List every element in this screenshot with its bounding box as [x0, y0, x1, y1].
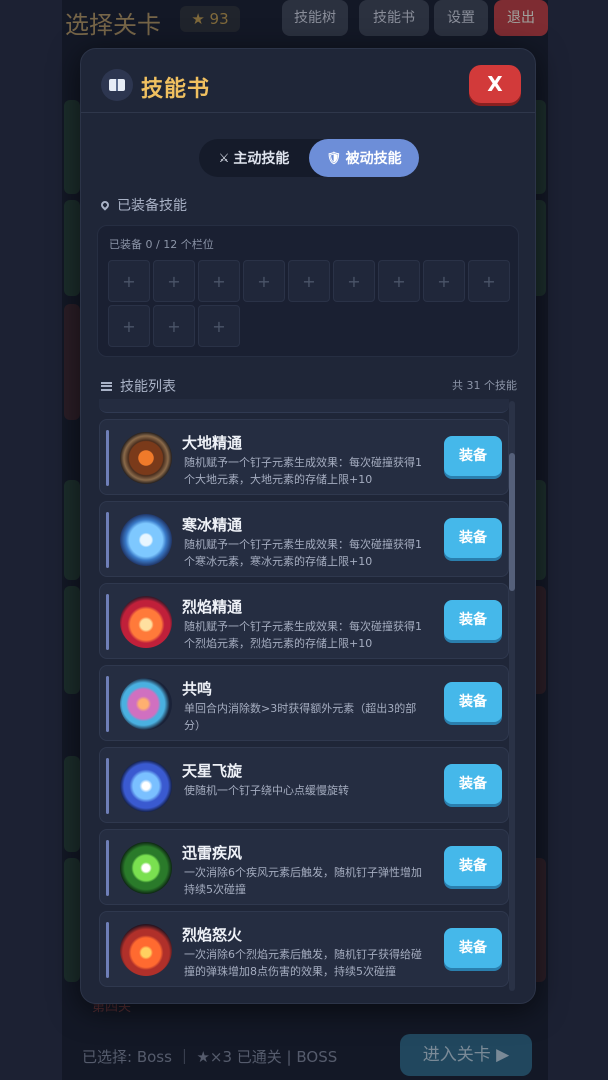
skill-card: 大地精通 随机赋予一个钉子元素生成效果：每次碰撞获得1个大地元素，大地元素的存储… [99, 419, 509, 495]
skill-tree-button[interactable]: 技能树 [282, 0, 348, 36]
level-card-edge [64, 480, 80, 580]
enter-level-button[interactable]: 进入关卡 ▶ [400, 1034, 532, 1076]
equipped-section-label: 已装备技能 [117, 198, 187, 214]
close-button[interactable]: X [469, 65, 521, 103]
skill-card: 烈焰怒火 一次消除6个烈焰元素后触发，随机钉子获得给碰撞的弹珠增加8点伤害的效果… [99, 911, 509, 987]
skill-name: 烈焰怒火 [182, 926, 243, 944]
skill-description: 一次消除6个烈焰元素后触发，随机钉子获得给碰撞的弹珠增加8点伤害的效果，持续5次… [184, 948, 422, 978]
skill-description: 单回合内消除数>3时获得额外元素（超出3的部分） [184, 702, 417, 732]
empty-slot[interactable]: + [108, 260, 150, 302]
skill-name: 共鸣 [182, 680, 213, 698]
shield-icon: 🛡 [326, 151, 342, 165]
exit-button[interactable]: 退出 [494, 0, 548, 36]
equip-button[interactable]: 装备 [444, 518, 502, 558]
resonance-icon [120, 678, 172, 730]
level-card-edge [64, 304, 80, 420]
empty-slot[interactable]: + [423, 260, 465, 302]
skill-name: 寒冰精通 [182, 516, 243, 534]
book-icon [101, 69, 133, 101]
empty-slot[interactable]: + [153, 305, 195, 347]
skill-name: 大地精通 [182, 434, 243, 452]
scroll-thumb[interactable] [509, 453, 515, 591]
skill-description: 随机赋予一个钉子元素生成效果：每次碰撞获得1个大地元素，大地元素的存储上限+10 [184, 456, 422, 486]
empty-slot[interactable]: + [153, 260, 195, 302]
skill-card: 烈焰精通 随机赋予一个钉子元素生成效果：每次碰撞获得1个烈焰元素，烈焰元素的存储… [99, 583, 509, 659]
swords-icon: ⚔ [218, 151, 230, 165]
empty-slot[interactable]: + [108, 305, 150, 347]
skill-name: 烈焰精通 [182, 598, 243, 616]
fury-icon [120, 924, 172, 976]
empty-slot[interactable]: + [198, 305, 240, 347]
dialog-title: 技能书 [141, 77, 211, 102]
tab-active-skills[interactable]: ⚔ 主动技能 [199, 139, 309, 177]
skill-list[interactable]: 大地精通 随机赋予一个钉子元素生成效果：每次碰撞获得1个大地元素，大地元素的存储… [99, 399, 509, 991]
skill-list-label: 技能列表 [120, 379, 176, 395]
skill-description: 随机赋予一个钉子元素生成效果：每次碰撞获得1个烈焰元素，烈焰元素的存储上限+10 [184, 620, 422, 650]
tab-passive-skills[interactable]: 🛡 被动技能 [309, 139, 419, 177]
level-card-edge [64, 200, 80, 296]
level-card-edge [64, 586, 80, 694]
list-item [99, 399, 509, 413]
slot-grid: + + + + + + + + + + + + [108, 260, 512, 347]
star-icon [120, 760, 172, 812]
skill-list-header: 技能列表 [101, 376, 176, 396]
empty-slot[interactable]: + [468, 260, 510, 302]
earth-icon [120, 432, 172, 484]
settings-button[interactable]: 设置 [434, 0, 488, 36]
equipped-count-caption: 已装备 0 / 12 个栏位 [109, 238, 214, 251]
tab-label: 被动技能 [345, 151, 402, 167]
page-title: 选择关卡 [65, 11, 161, 39]
skill-description: 一次消除6个疾风元素后触发，随机钉子弹性增加持续5次碰撞 [184, 866, 422, 896]
skill-card: 迅雷疾风 一次消除6个疾风元素后触发，随机钉子弹性增加持续5次碰撞 装备 [99, 829, 509, 905]
equip-button[interactable]: 装备 [444, 928, 502, 968]
star-count-badge: ★ 93 [180, 6, 240, 32]
skill-book-button[interactable]: 技能书 [359, 0, 429, 36]
list-icon [101, 381, 112, 391]
skill-book-dialog: 技能书 X ⚔ 主动技能 🛡 被动技能 已装备技能 已装备 0 / 12 个栏位… [80, 48, 536, 1004]
equip-button[interactable]: 装备 [444, 682, 502, 722]
skill-card: 天星飞旋 使随机一个钉子绕中心点缓慢旋转 装备 [99, 747, 509, 823]
list-scrollbar[interactable] [509, 401, 515, 991]
skill-type-tabs: ⚔ 主动技能 🛡 被动技能 [199, 139, 419, 177]
equip-button[interactable]: 装备 [444, 764, 502, 804]
level-card-edge [64, 858, 80, 982]
empty-slot[interactable]: + [243, 260, 285, 302]
equip-button[interactable]: 装备 [444, 600, 502, 640]
skill-description: 使随机一个钉子绕中心点缓慢旋转 [184, 784, 349, 797]
thunder-icon [120, 842, 172, 894]
tab-label: 主动技能 [233, 151, 290, 167]
equipped-slots-panel: 已装备 0 / 12 个栏位 + + + + + + + + + + + + [97, 225, 519, 357]
empty-slot[interactable]: + [378, 260, 420, 302]
pin-icon [99, 199, 111, 211]
skill-name: 迅雷疾风 [182, 844, 243, 862]
selection-status: 已选择: Boss ｜ ★×3 已通关 | BOSS [82, 1048, 338, 1066]
level-card-edge [64, 100, 80, 194]
ice-icon [120, 514, 172, 566]
skill-card: 共鸣 单回合内消除数>3时获得额外元素（超出3的部分） 装备 [99, 665, 509, 741]
level-card-edge [64, 756, 80, 852]
equipped-section-header: 已装备技能 [99, 195, 187, 215]
empty-slot[interactable]: + [333, 260, 375, 302]
skill-card: 寒冰精通 随机赋予一个钉子元素生成效果：每次碰撞获得1个寒冰元素，寒冰元素的存储… [99, 501, 509, 577]
equip-button[interactable]: 装备 [444, 846, 502, 886]
equip-button[interactable]: 装备 [444, 436, 502, 476]
skill-count: 共 31 个技能 [452, 379, 517, 392]
skill-name: 天星飞旋 [182, 762, 243, 780]
fire-icon [120, 596, 172, 648]
skill-description: 随机赋予一个钉子元素生成效果：每次碰撞获得1个寒冰元素，寒冰元素的存储上限+10 [184, 538, 422, 568]
empty-slot[interactable]: + [288, 260, 330, 302]
empty-slot[interactable]: + [198, 260, 240, 302]
dialog-header: 技能书 X [81, 49, 535, 113]
